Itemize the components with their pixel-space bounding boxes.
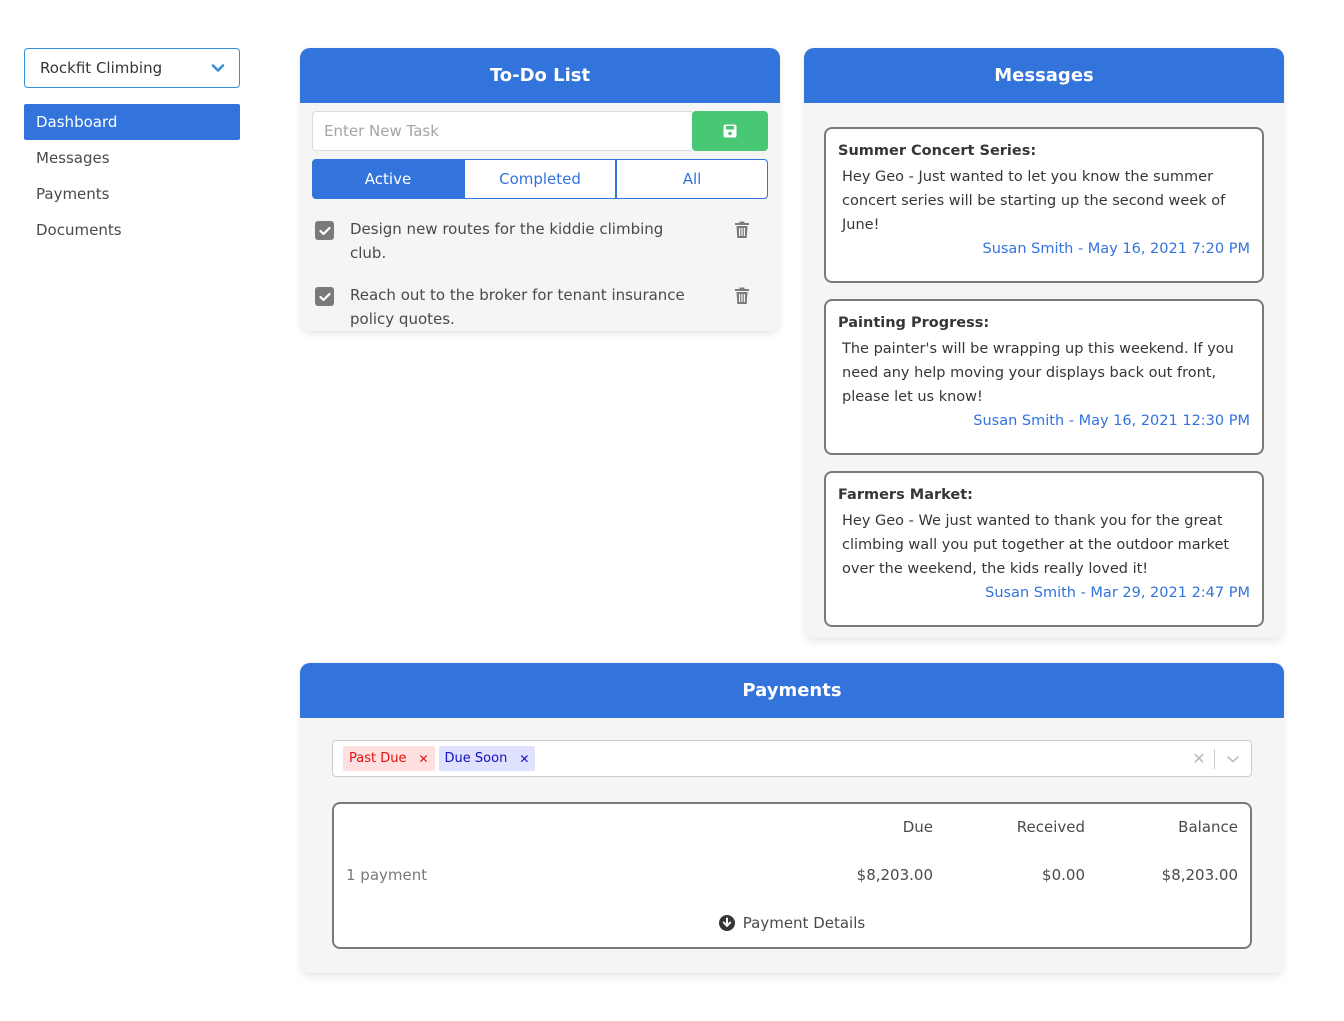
task-text: Reach out to the broker for tenant insur… xyxy=(350,286,685,328)
column-header-balance: Balance xyxy=(1178,818,1238,836)
sidebar-item-payments[interactable]: Payments xyxy=(24,176,240,212)
column-header-label xyxy=(346,818,793,836)
sidebar-menu: Dashboard Messages Payments Documents xyxy=(24,104,240,248)
balance-amount: $8,203.00 xyxy=(1161,866,1238,884)
task-filter-tabs: Active Completed All xyxy=(312,159,768,199)
clear-all-icon[interactable]: ✕ xyxy=(1184,749,1214,768)
sidebar-item-messages[interactable]: Messages xyxy=(24,140,240,176)
message-body: The painter's will be wrapping up this w… xyxy=(842,341,1234,405)
messages-card: Messages Summer Concert Series: Hey Geo … xyxy=(804,48,1284,638)
checkmark-icon xyxy=(318,292,331,301)
organization-select[interactable]: Rockfit Climbing xyxy=(24,48,240,88)
remove-chip-icon[interactable]: ✕ xyxy=(519,752,529,766)
message-item[interactable]: Painting Progress: The painter's will be… xyxy=(824,299,1264,455)
sidebar-item-dashboard[interactable]: Dashboard xyxy=(24,104,240,140)
tab-completed[interactable]: Completed xyxy=(464,159,616,199)
arrow-circle-down-icon xyxy=(718,915,735,931)
column-header-received: Received xyxy=(1016,818,1085,836)
chevron-down-icon xyxy=(1227,755,1239,762)
payments-card: Payments Past Due ✕ Due Soon ✕ ✕ Due Rec… xyxy=(300,663,1284,973)
message-author-date: Susan Smith - May 16, 2021 7:20 PM xyxy=(982,241,1250,257)
new-task-row xyxy=(312,111,768,151)
task-checkbox[interactable] xyxy=(315,287,334,306)
filter-chip-label: Past Due xyxy=(349,751,407,766)
payments-card-title: Payments xyxy=(300,663,1284,718)
sidebar-item-documents[interactable]: Documents xyxy=(24,212,240,248)
task-item: Design new routes for the kiddie climbin… xyxy=(312,217,768,265)
payment-count: 1 payment xyxy=(346,866,428,884)
todo-card: To-Do List Active Completed All xyxy=(300,48,780,331)
payment-details-toggle[interactable]: Payment Details xyxy=(334,914,1250,932)
trash-icon[interactable] xyxy=(734,221,750,239)
task-checkbox[interactable] xyxy=(315,221,334,240)
tab-all[interactable]: All xyxy=(616,159,768,199)
filter-chip-label: Due Soon xyxy=(444,751,508,766)
received-amount: $0.00 xyxy=(1042,866,1085,884)
task-item: Reach out to the broker for tenant insur… xyxy=(312,283,768,331)
message-body: Hey Geo - We just wanted to thank you fo… xyxy=(842,513,1230,577)
remove-chip-icon[interactable]: ✕ xyxy=(418,752,428,766)
messages-card-title: Messages xyxy=(804,48,1284,103)
message-body: Hey Geo - Just wanted to let you know th… xyxy=(842,169,1226,233)
column-header-due: Due xyxy=(902,818,933,836)
floppy-disk-icon xyxy=(723,124,737,138)
message-item[interactable]: Farmers Market: Hey Geo - We just wanted… xyxy=(824,471,1264,627)
table-header-row: Due Received Balance xyxy=(346,818,1238,836)
message-title: Farmers Market: xyxy=(838,487,973,503)
table-row: 1 payment $8,203.00 $0.00 $8,203.00 xyxy=(346,866,1238,884)
organization-select-value: Rockfit Climbing xyxy=(40,59,163,77)
message-author-date: Susan Smith - Mar 29, 2021 2:47 PM xyxy=(985,585,1250,601)
chevron-down-icon xyxy=(211,64,225,72)
message-author-date: Susan Smith - May 16, 2021 12:30 PM xyxy=(973,413,1250,429)
message-item[interactable]: Summer Concert Series: Hey Geo - Just wa… xyxy=(824,127,1264,283)
payment-details-label: Payment Details xyxy=(742,914,866,932)
message-title: Summer Concert Series: xyxy=(838,143,1037,159)
filter-chip-due-soon: Due Soon ✕ xyxy=(438,746,536,771)
message-title: Painting Progress: xyxy=(838,315,990,331)
dropdown-toggle[interactable] xyxy=(1215,754,1251,764)
task-list: Design new routes for the kiddie climbin… xyxy=(312,217,768,331)
sidebar: Rockfit Climbing Dashboard Messages Paym… xyxy=(24,48,240,248)
filter-chip-past-due: Past Due ✕ xyxy=(343,746,435,771)
due-amount: $8,203.00 xyxy=(856,866,933,884)
new-task-input[interactable] xyxy=(312,111,692,151)
task-text: Design new routes for the kiddie climbin… xyxy=(350,220,664,262)
save-task-button[interactable] xyxy=(692,111,768,151)
checkmark-icon xyxy=(318,226,331,235)
payment-summary-table: Due Received Balance 1 payment $8,203.00… xyxy=(332,802,1252,949)
todo-card-title: To-Do List xyxy=(300,48,780,103)
trash-icon[interactable] xyxy=(734,287,750,305)
payment-status-filter[interactable]: Past Due ✕ Due Soon ✕ ✕ xyxy=(332,740,1252,777)
tab-active[interactable]: Active xyxy=(312,159,464,199)
